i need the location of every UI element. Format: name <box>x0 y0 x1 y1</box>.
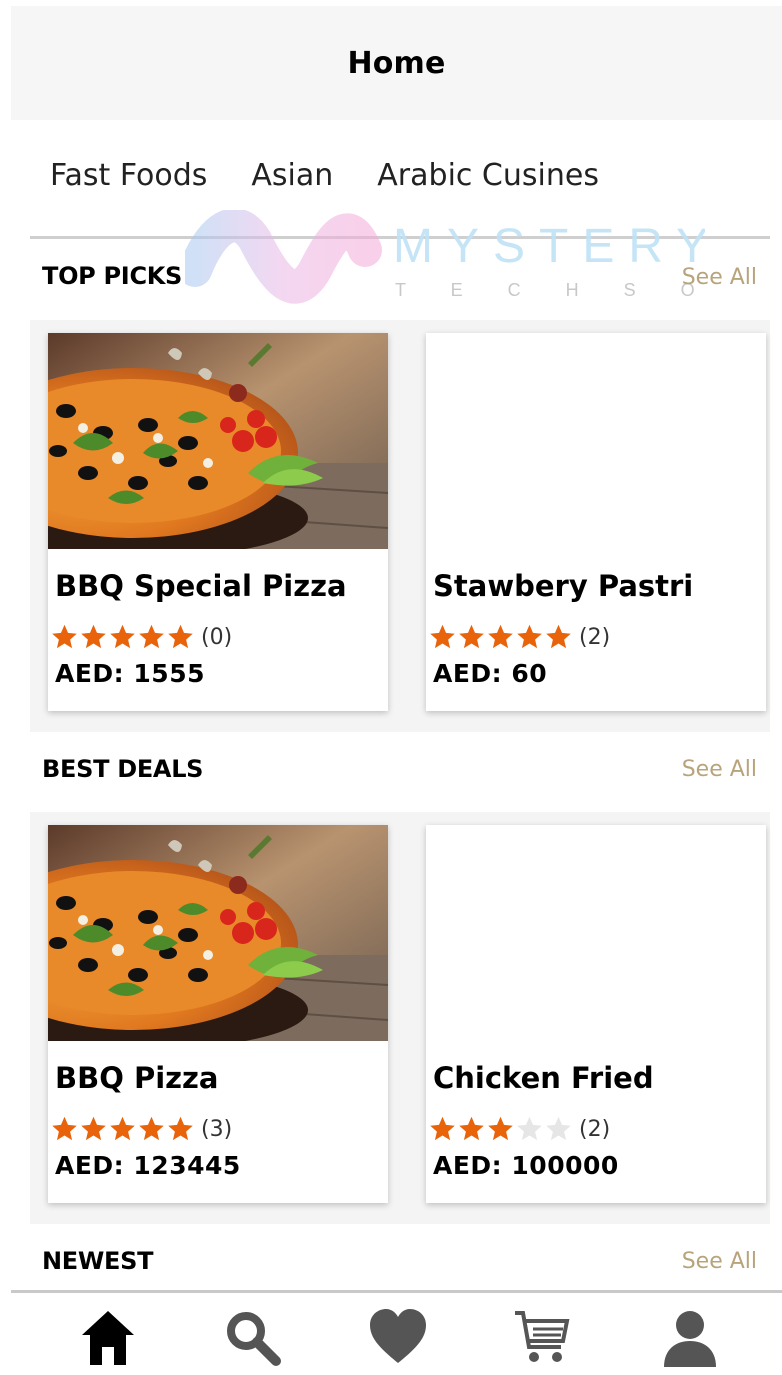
review-count: (3) <box>201 1116 233 1142</box>
svg-text:T E C H S O L: T E C H S O L <box>395 280 705 300</box>
review-count: (2) <box>579 624 611 650</box>
app-header: Home <box>11 6 782 120</box>
category-divider <box>30 236 770 239</box>
product-image-pizza <box>48 825 388 1041</box>
product-image-placeholder <box>426 825 766 1041</box>
nav-favorites[interactable] <box>363 1307 433 1375</box>
product-name: BBQ Pizza <box>55 1061 219 1095</box>
section-title-newest: NEWEST <box>42 1247 154 1275</box>
see-all-newest-link[interactable]: See All <box>682 1249 757 1274</box>
star-filled-icon <box>110 1116 135 1141</box>
bottom-navigation <box>11 1290 782 1375</box>
product-name: Stawbery Pastri <box>433 569 694 603</box>
product-card[interactable]: Chicken Fried (2) AED: 100000 <box>426 825 766 1203</box>
product-card[interactable]: BBQ Special Pizza (0) AED: 1555 <box>48 333 388 711</box>
price-currency-label: AED: <box>55 659 125 688</box>
review-count: (2) <box>579 1116 611 1142</box>
price-currency-label: AED: <box>433 1151 503 1180</box>
category-tab-fast-foods[interactable]: Fast Foods <box>50 158 207 193</box>
star-rating-icons <box>428 623 573 651</box>
product-image-placeholder <box>426 333 766 549</box>
profile-icon <box>664 1311 716 1367</box>
section-title-top-picks: TOP PICKS <box>42 262 183 290</box>
product-rating: (3) <box>50 1115 232 1143</box>
star-filled-icon <box>52 624 77 649</box>
section-title-best-deals: BEST DEALS <box>42 755 204 783</box>
star-empty-icon <box>517 1116 542 1141</box>
product-price: AED: 1555 <box>55 659 205 688</box>
svg-text:MYSTERY: MYSTERY <box>393 220 705 273</box>
star-filled-icon <box>517 624 542 649</box>
price-currency-label: AED: <box>433 659 503 688</box>
best-deals-list: BBQ Pizza (3) AED: 123445 Chicken Fried … <box>30 812 770 1224</box>
category-tab-asian[interactable]: Asian <box>251 158 333 193</box>
product-name: BBQ Special Pizza <box>55 569 347 603</box>
price-value: 1555 <box>133 659 205 688</box>
star-filled-icon <box>52 1116 77 1141</box>
star-filled-icon <box>430 1116 455 1141</box>
see-all-best-deals-link[interactable]: See All <box>682 757 757 782</box>
review-count: (0) <box>201 624 233 650</box>
cart-icon <box>515 1311 570 1362</box>
product-price: AED: 123445 <box>55 1151 241 1180</box>
star-filled-icon <box>488 1116 513 1141</box>
star-filled-icon <box>139 1116 164 1141</box>
star-filled-icon <box>81 1116 106 1141</box>
page-title: Home <box>347 45 446 81</box>
category-tab-arabic-cuisines[interactable]: Arabic Cusines <box>377 158 599 193</box>
price-value: 123445 <box>133 1151 241 1180</box>
watermark-logo: MYSTERY T E C H S O L <box>185 210 705 304</box>
star-empty-icon <box>546 1116 571 1141</box>
star-rating-icons <box>50 623 195 651</box>
star-rating-icons <box>50 1115 195 1143</box>
price-value: 60 <box>511 659 548 688</box>
product-card[interactable]: Stawbery Pastri (2) AED: 60 <box>426 333 766 711</box>
price-value: 100000 <box>511 1151 619 1180</box>
nav-home[interactable] <box>73 1307 143 1375</box>
see-all-top-picks-link[interactable]: See All <box>682 265 757 290</box>
star-filled-icon <box>459 624 484 649</box>
price-currency-label: AED: <box>55 1151 125 1180</box>
product-price: AED: 100000 <box>433 1151 619 1180</box>
star-filled-icon <box>546 624 571 649</box>
product-rating: (0) <box>50 623 232 651</box>
heart-icon <box>370 1309 426 1363</box>
nav-profile[interactable] <box>655 1307 725 1375</box>
product-image-pizza <box>48 333 388 549</box>
nav-search[interactable] <box>217 1307 287 1375</box>
top-picks-list: BBQ Special Pizza (0) AED: 1555 Stawbery… <box>30 320 770 732</box>
star-rating-icons <box>428 1115 573 1143</box>
star-filled-icon <box>168 1116 193 1141</box>
product-rating: (2) <box>428 623 610 651</box>
star-filled-icon <box>430 624 455 649</box>
search-icon <box>227 1312 281 1366</box>
product-price: AED: 60 <box>433 659 547 688</box>
star-filled-icon <box>488 624 513 649</box>
star-filled-icon <box>81 624 106 649</box>
star-filled-icon <box>139 624 164 649</box>
product-name: Chicken Fried <box>433 1061 654 1095</box>
product-card[interactable]: BBQ Pizza (3) AED: 123445 <box>48 825 388 1203</box>
star-filled-icon <box>110 624 135 649</box>
nav-cart[interactable] <box>507 1307 577 1375</box>
product-rating: (2) <box>428 1115 610 1143</box>
category-tabs: Fast Foods Asian Arabic Cusines <box>50 158 599 193</box>
star-filled-icon <box>459 1116 484 1141</box>
star-filled-icon <box>168 624 193 649</box>
home-icon <box>82 1311 134 1365</box>
